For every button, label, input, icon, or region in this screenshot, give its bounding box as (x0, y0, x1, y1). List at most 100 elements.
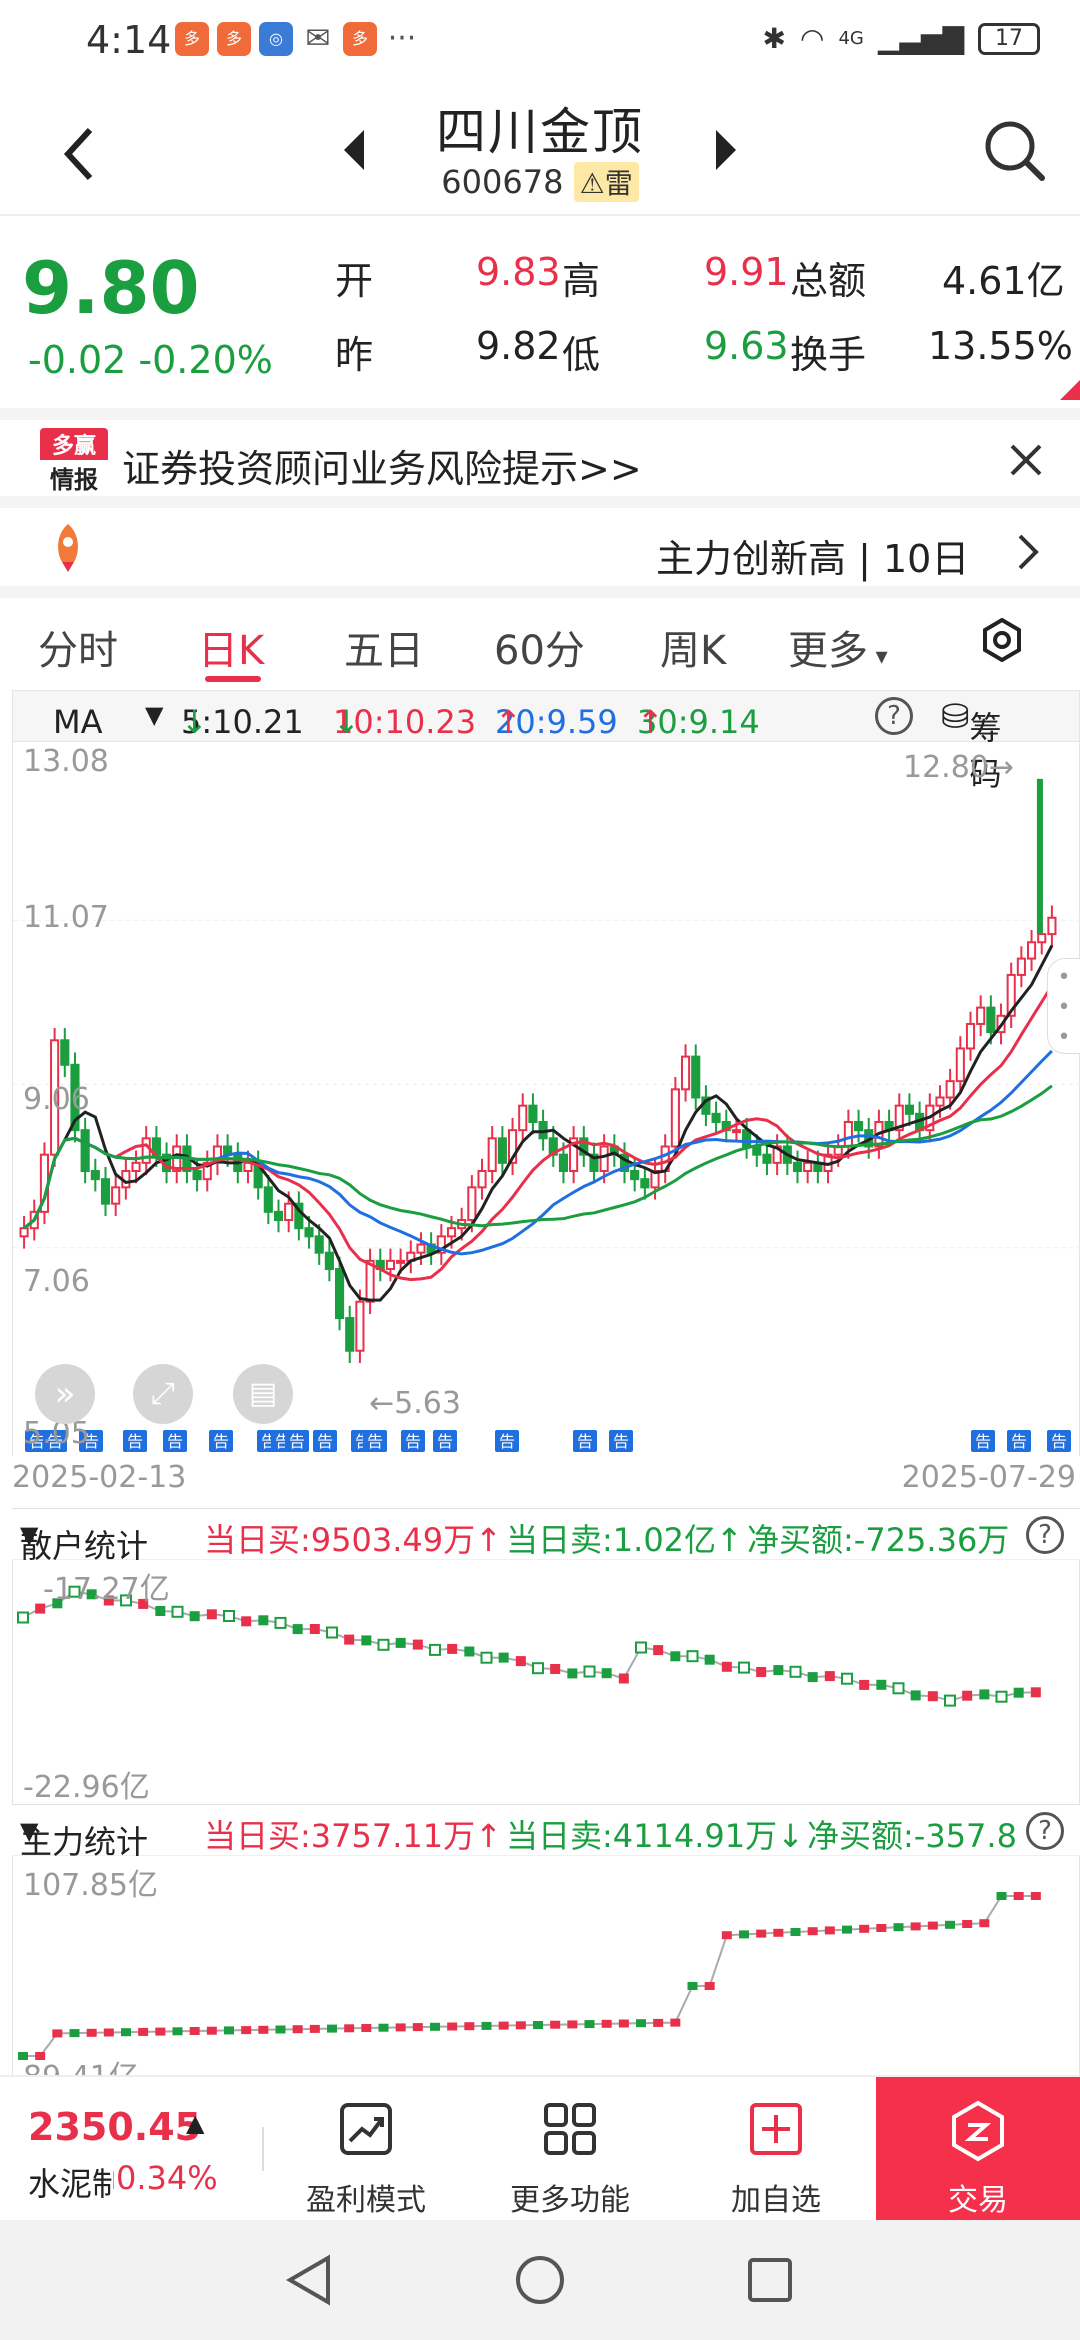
help-icon[interactable]: ? (875, 697, 913, 735)
main-bar (378, 2023, 389, 2032)
tab-five-day[interactable]: 五日 (344, 618, 424, 676)
fullscreen-icon[interactable]: ⤢ (133, 1364, 193, 1424)
retail-chart[interactable]: -17.27亿 -22.96亿 (12, 1560, 1080, 1805)
nav-recents-icon[interactable] (746, 2256, 794, 2304)
retail-y-bottom: -22.96亿 (23, 1770, 150, 1805)
main-bar (258, 2025, 269, 2034)
chips-button[interactable]: ⛁ 筹码 (941, 697, 1002, 793)
main-bar (910, 1922, 921, 1931)
caret-down-icon[interactable]: ▼ (145, 701, 163, 729)
retail-bar (429, 1643, 441, 1656)
profit-mode-label[interactable]: 盈利模式 (286, 2175, 446, 2219)
candle-down (986, 1006, 996, 1034)
candle-down (334, 1268, 345, 1320)
nav-back-icon[interactable] (284, 2254, 334, 2306)
status-time: 4:14 (86, 18, 172, 62)
candle-up (141, 1137, 151, 1164)
list-icon[interactable]: ▤ (233, 1364, 293, 1424)
prev-value: 9.82 (476, 324, 561, 368)
retail-bar (1013, 1687, 1024, 1698)
main-bar (206, 2026, 217, 2035)
warning-badge[interactable]: ⚠雷 (573, 162, 639, 202)
main-bar (430, 2022, 440, 2031)
index-value: 2350.45 (28, 2105, 202, 2149)
help-icon[interactable]: ? (1026, 1516, 1064, 1554)
main-bar (481, 2021, 492, 2030)
kline-chart[interactable]: 告告告告告告告告告告告告告告告告告告告告 13.08 11.07 9.06 7.… (12, 742, 1080, 1456)
nav-home-icon[interactable] (514, 2254, 566, 2306)
candle-up (487, 1137, 497, 1173)
retail-bar (686, 1650, 699, 1663)
y-axis-mid2: 9.06 (23, 1082, 90, 1117)
main-bar (876, 1924, 887, 1932)
side-handle-icon[interactable]: • • • (1047, 958, 1080, 1054)
tab-weekly-k[interactable]: 周K (660, 618, 726, 676)
retail-bar (274, 1616, 287, 1629)
profit-chart-icon[interactable] (336, 2099, 396, 2159)
main-bar (962, 1920, 973, 1928)
add-watchlist-label[interactable]: 加自选 (696, 2175, 856, 2219)
amount-label: 总额 (790, 259, 867, 303)
sector-index[interactable]: 2350.45 ▲ 水泥制 0.34% (0, 2077, 260, 2222)
amount-value: 4.61亿 (942, 259, 1065, 303)
main-bar (155, 2027, 166, 2036)
candle-up (680, 1055, 691, 1091)
retail-bar (824, 1671, 835, 1682)
tab-60min[interactable]: 60分 (494, 618, 585, 676)
network-label: 4G (838, 28, 864, 49)
news-ticker[interactable]: 主力创新高 | 10日 (0, 508, 1080, 598)
retail-bar (377, 1638, 390, 1651)
tab-intraday[interactable]: 分时 (38, 618, 118, 676)
candle-up (731, 1129, 742, 1134)
retail-bar (344, 1634, 355, 1645)
main-bar (636, 2019, 646, 2028)
candle-up (670, 1088, 680, 1148)
candle-up (131, 1161, 141, 1173)
main-bar (275, 2025, 286, 2034)
close-icon[interactable] (1008, 442, 1044, 478)
retail-bar (789, 1665, 802, 1678)
wifi-icon: ◠ (800, 22, 825, 55)
retail-net: 净买额:-725.36万 (747, 1521, 1010, 1559)
settings-icon[interactable] (980, 618, 1024, 662)
main-bar (945, 1920, 955, 1929)
retail-bar (550, 1664, 561, 1674)
retail-bar (601, 1668, 612, 1679)
trade-button[interactable]: 交易 (876, 2077, 1080, 2222)
system-nav-bar (0, 2220, 1080, 2340)
high-price-note: 12.80→ (903, 750, 1015, 785)
signal-icon: ▁▃▅▇ (877, 22, 964, 55)
triangle-right-icon[interactable] (710, 128, 740, 172)
candle-down (558, 1153, 569, 1173)
tab-more[interactable]: 更多 ▾ (788, 618, 888, 676)
candle-up (477, 1170, 487, 1189)
main-bar (241, 2026, 252, 2035)
notice-badge-text: 告 (167, 1432, 183, 1451)
main-bar (859, 1924, 870, 1933)
main-bar (790, 1928, 801, 1936)
main-bar (618, 2019, 629, 2028)
retail-bar (395, 1637, 406, 1648)
notice-badge-text: 告 (577, 1432, 593, 1451)
candle-up (599, 1145, 609, 1173)
more-functions-label[interactable]: 更多功能 (490, 2175, 650, 2219)
main-chart[interactable]: 107.85亿 89.41亿 (12, 1856, 1080, 2075)
retail-stats-bar: 散户统计 ▼ 当日买:9503.49万↑ 当日卖:1.02亿↑ 净买额:-725… (12, 1508, 1080, 1565)
corner-marker-icon (1060, 380, 1080, 400)
main-bar (653, 2018, 664, 2027)
chevron-right-icon[interactable] (1014, 532, 1042, 572)
tab-daily-k[interactable]: 日K (198, 618, 264, 676)
help-icon[interactable]: ? (1026, 1812, 1064, 1850)
retail-bar (910, 1690, 921, 1701)
stock-name: 四川金顶 (436, 103, 644, 161)
risk-banner[interactable]: 多赢 情报 证券投资顾问业务风险提示>> (0, 408, 1080, 508)
notice-badge-text: 告 (213, 1432, 229, 1451)
grid-icon[interactable] (540, 2099, 600, 2159)
search-icon[interactable] (982, 118, 1048, 184)
candle-down (630, 1170, 640, 1181)
app-notification-icon: 多 (175, 22, 209, 56)
low-value: 9.63 (704, 324, 789, 368)
add-watchlist-icon[interactable] (746, 2099, 806, 2159)
expand-icon[interactable]: » (35, 1364, 95, 1424)
candle-up (284, 1202, 294, 1222)
